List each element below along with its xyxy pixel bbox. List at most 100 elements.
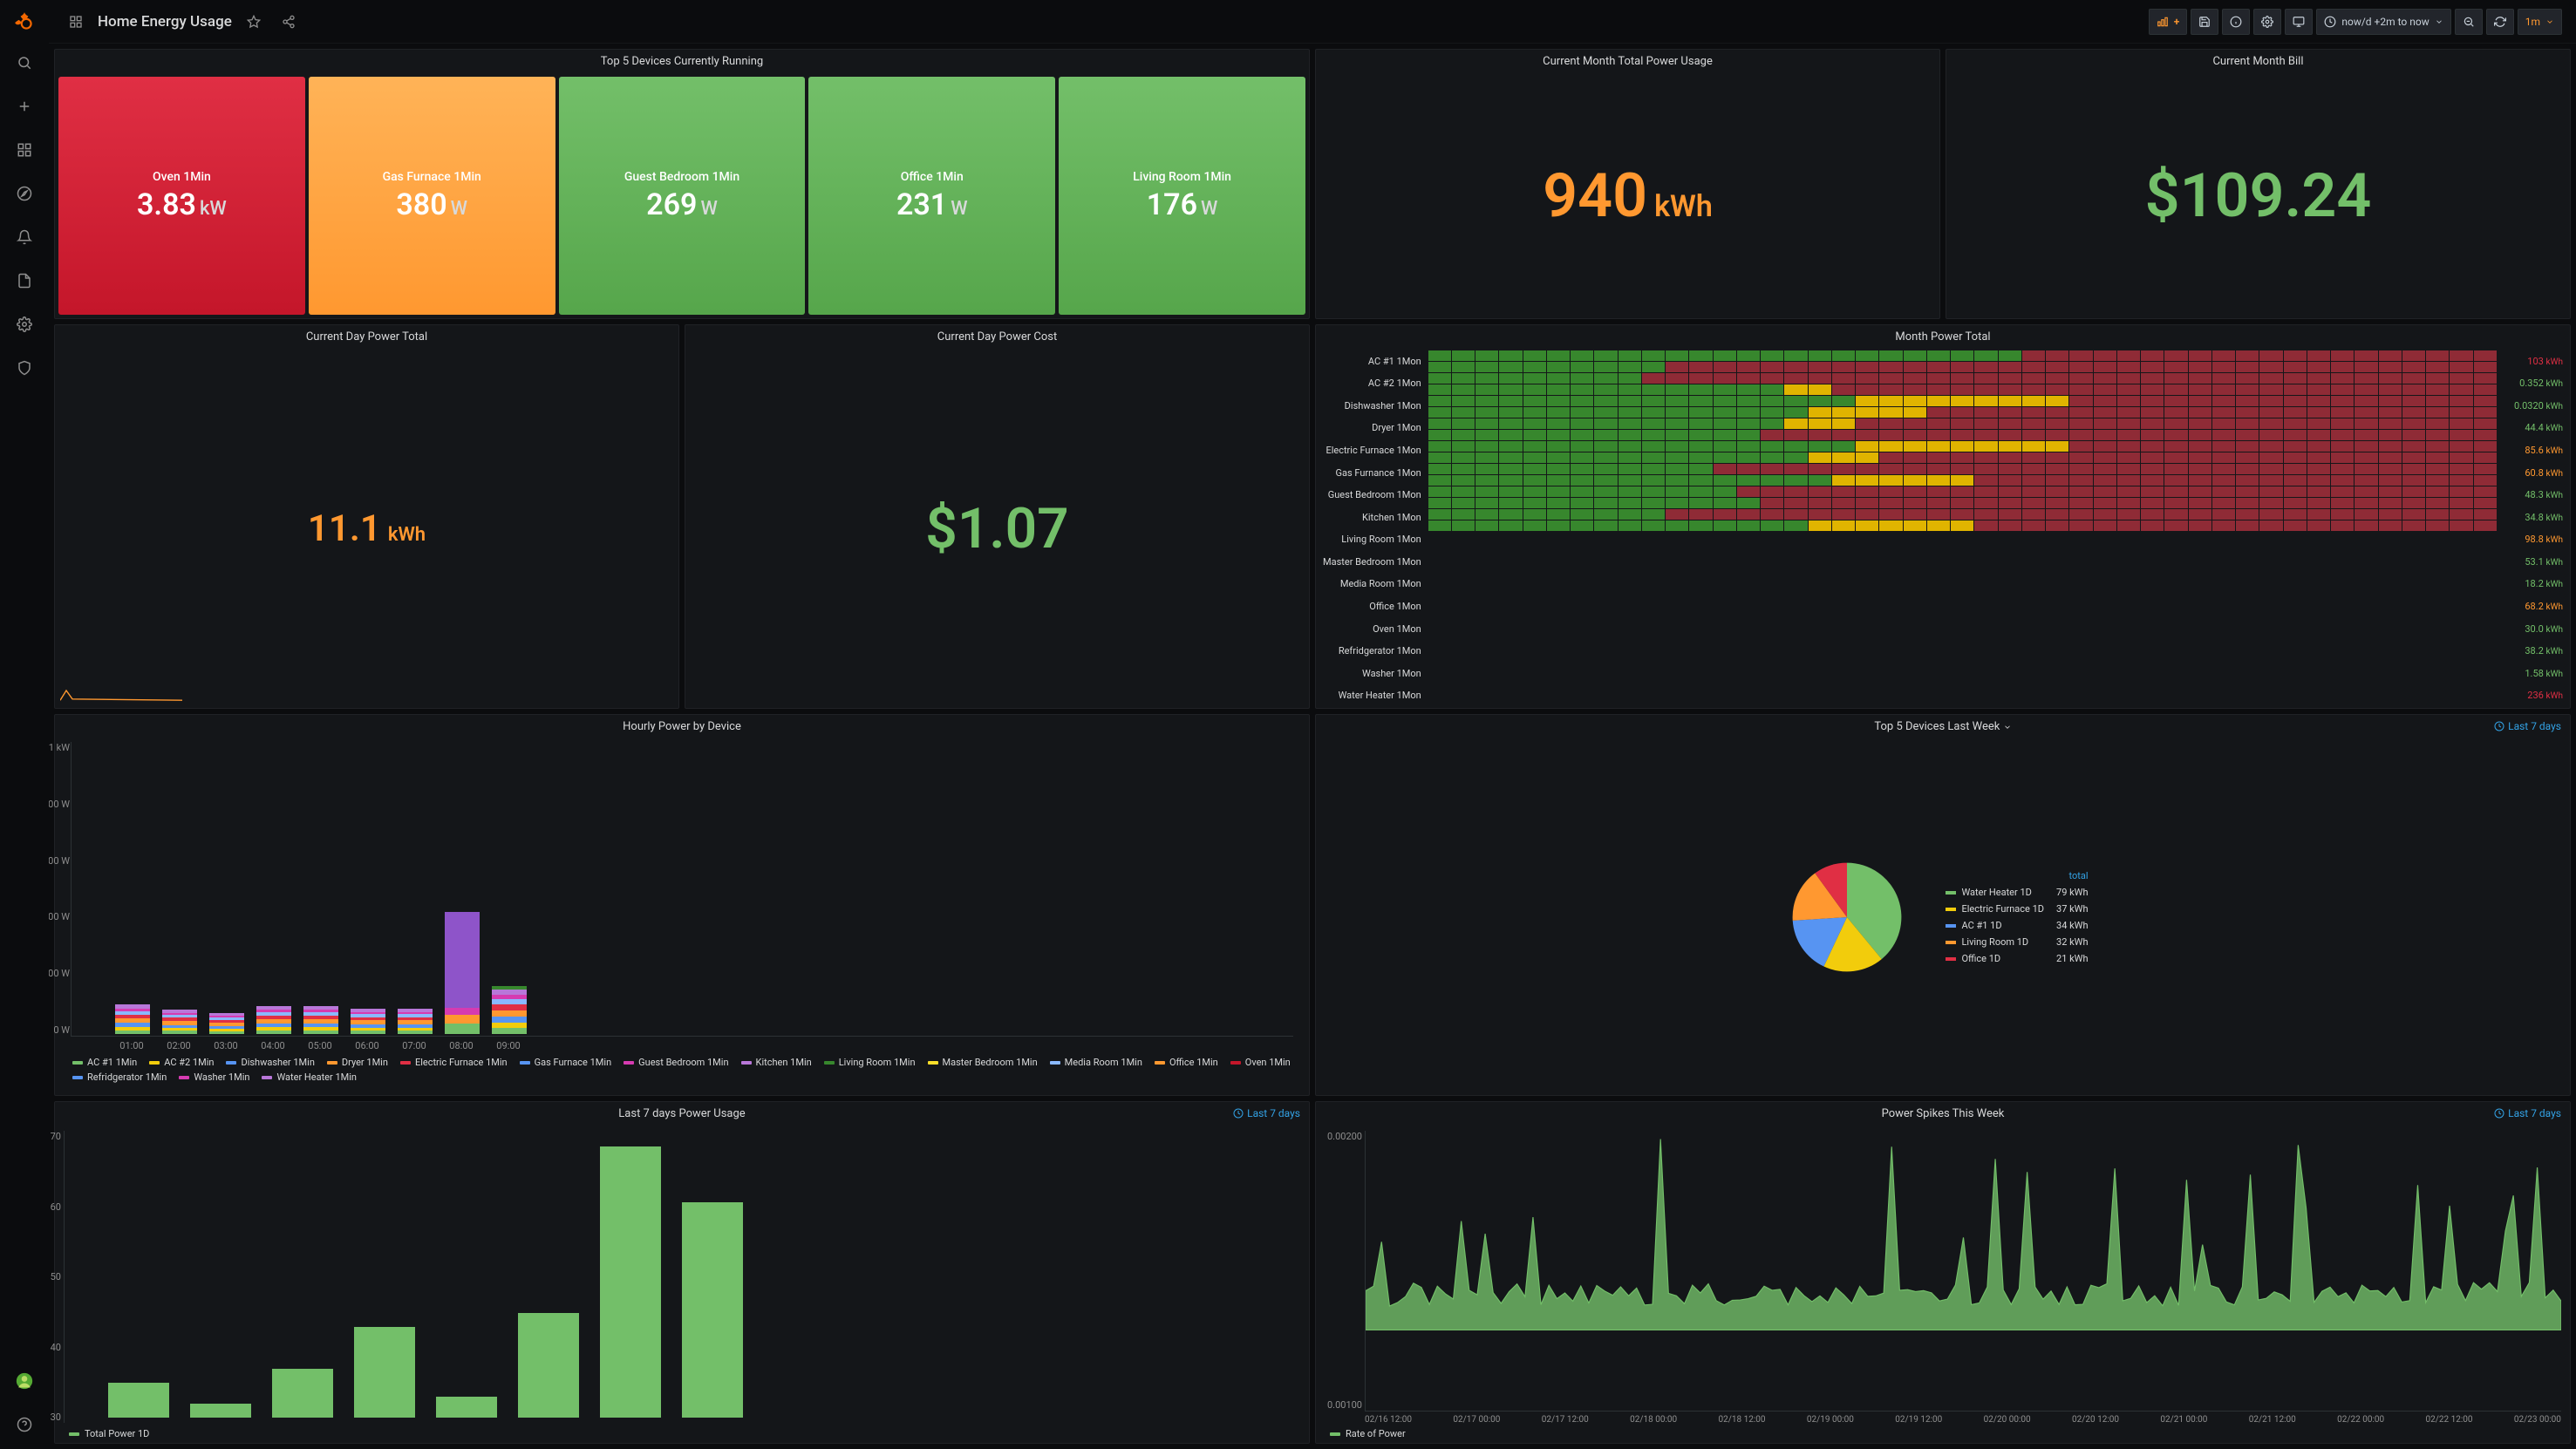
document-icon[interactable] bbox=[9, 265, 40, 296]
panel-title[interactable]: Last 7 days Power Usage bbox=[618, 1107, 745, 1120]
heat-row-value: 34.8 kWh bbox=[2504, 512, 2563, 523]
panel-day-total: Current Day Power Total 11.1kWh bbox=[54, 324, 679, 709]
month-usage-value: 940 bbox=[1543, 160, 1647, 232]
month-bill-value: $109.24 bbox=[2145, 160, 2372, 232]
day-total-unit: kWh bbox=[388, 524, 426, 546]
legend-item[interactable]: Master Bedroom 1Min bbox=[928, 1057, 1038, 1068]
panel-month-heat: Month Power Total AC #1 1MonAC #2 1MonDi… bbox=[1315, 324, 2571, 709]
bar bbox=[518, 1313, 579, 1418]
avatar-icon[interactable] bbox=[9, 1365, 40, 1397]
legend-item[interactable]: Oven 1Min bbox=[1230, 1057, 1291, 1068]
pie-legend-row[interactable]: AC #1 1D34 kWh bbox=[1940, 918, 2093, 933]
shield-icon[interactable] bbox=[9, 352, 40, 384]
legend-item[interactable]: Office 1Min bbox=[1155, 1057, 1218, 1068]
heat-row bbox=[1428, 475, 2497, 486]
heat-row-value: 236 kWh bbox=[2504, 690, 2563, 701]
heat-row-label: Master Bedroom 1Mon bbox=[1323, 556, 1421, 568]
pie-legend-table: total Water Heater 1D79 kWhElectric Furn… bbox=[1939, 867, 2095, 968]
panel-power-spikes: Power Spikes This Week Last 7 days 0.002… bbox=[1315, 1101, 2571, 1444]
legend-item[interactable]: Electric Furnace 1Min bbox=[400, 1057, 508, 1068]
topbar: Home Energy Usage + now/d +2m to now 1m bbox=[49, 0, 2576, 44]
last7-legend: Total Power 1D bbox=[85, 1428, 149, 1439]
share-icon[interactable] bbox=[276, 9, 302, 35]
heat-row-value: 85.6 kWh bbox=[2504, 445, 2563, 456]
heat-row-value: 53.1 kWh bbox=[2504, 556, 2563, 568]
legend-item[interactable]: Refridgerator 1Min bbox=[72, 1071, 167, 1083]
panel-title[interactable]: Top 5 Devices Currently Running bbox=[55, 50, 1309, 73]
pie-legend-row[interactable]: Water Heater 1D79 kWh bbox=[1940, 885, 2093, 900]
heat-row bbox=[1428, 430, 2497, 440]
legend-item[interactable]: Gas Furnace 1Min bbox=[520, 1057, 612, 1068]
dashboard-title[interactable]: Home Energy Usage bbox=[98, 13, 232, 31]
month-usage-unit: kWh bbox=[1654, 189, 1713, 224]
heat-row-value: 68.2 kWh bbox=[2504, 601, 2563, 612]
help-icon[interactable] bbox=[9, 1409, 40, 1440]
heat-row-label: Dryer 1Mon bbox=[1323, 422, 1421, 433]
panel-month-bill: Current Month Bill $109.24 bbox=[1946, 49, 2571, 319]
heat-row-label: Office 1Mon bbox=[1323, 601, 1421, 612]
heat-row bbox=[1428, 350, 2497, 361]
panel-title[interactable]: Power Spikes This Week bbox=[1882, 1107, 2005, 1120]
refresh-button[interactable] bbox=[2486, 9, 2514, 35]
legend-item[interactable]: Dryer 1Min bbox=[327, 1057, 388, 1068]
heat-row-label: Refridgerator 1Mon bbox=[1323, 645, 1421, 656]
panel-title[interactable]: Current Day Power Total bbox=[55, 325, 678, 349]
heat-row bbox=[1428, 509, 2497, 520]
panel-top5-devices: Top 5 Devices Currently Running Oven 1Mi… bbox=[54, 49, 1310, 319]
panel-title[interactable]: Month Power Total bbox=[1316, 325, 2570, 349]
panel-title[interactable]: Current Month Total Power Usage bbox=[1316, 50, 1939, 73]
panel-time-link[interactable]: Last 7 days bbox=[2494, 720, 2561, 732]
panel-title[interactable]: Current Day Power Cost bbox=[685, 325, 1309, 349]
save-button[interactable] bbox=[2191, 9, 2218, 35]
heat-row-label: Living Room 1Mon bbox=[1323, 534, 1421, 545]
pie-legend-row[interactable]: Electric Furnace 1D37 kWh bbox=[1940, 901, 2093, 916]
explore-icon[interactable] bbox=[9, 178, 40, 209]
bar bbox=[108, 1383, 169, 1418]
dashboard-grid-icon[interactable] bbox=[63, 9, 89, 35]
stat-tile: Living Room 1Min176W bbox=[1059, 77, 1305, 315]
panel-time-link[interactable]: Last 7 days bbox=[1233, 1107, 1300, 1119]
alerting-icon[interactable] bbox=[9, 221, 40, 253]
legend-item[interactable]: Dishwasher 1Min bbox=[226, 1057, 314, 1068]
panel-title[interactable]: Current Month Bill bbox=[1946, 50, 2570, 73]
heat-row bbox=[1428, 418, 2497, 429]
heat-row bbox=[1428, 396, 2497, 406]
panel-title[interactable]: Hourly Power by Device bbox=[55, 715, 1309, 738]
legend-item[interactable]: Living Room 1Min bbox=[824, 1057, 916, 1068]
legend-item[interactable]: AC #1 1Min bbox=[72, 1057, 137, 1068]
panel-title[interactable]: Top 5 Devices Last Week bbox=[1874, 720, 2011, 733]
legend-item[interactable]: Media Room 1Min bbox=[1050, 1057, 1142, 1068]
heat-row-label: Water Heater 1Mon bbox=[1323, 690, 1421, 701]
panel-top5-week-pie: Top 5 Devices Last Week Last 7 days tota… bbox=[1315, 714, 2571, 1096]
zoom-out-button[interactable] bbox=[2455, 9, 2483, 35]
dashboards-icon[interactable] bbox=[9, 134, 40, 166]
refresh-interval-picker[interactable]: 1m bbox=[2518, 9, 2562, 35]
legend-item[interactable]: Washer 1Min bbox=[179, 1071, 249, 1083]
legend-item[interactable]: Kitchen 1Min bbox=[741, 1057, 812, 1068]
heat-row-label: AC #1 1Mon bbox=[1323, 356, 1421, 367]
info-button[interactable] bbox=[2222, 9, 2250, 35]
monitor-button[interactable] bbox=[2285, 9, 2313, 35]
time-range-picker[interactable]: now/d +2m to now bbox=[2316, 9, 2450, 35]
heat-row-label: Dishwasher 1Mon bbox=[1323, 400, 1421, 412]
stat-tile: Office 1Min231W bbox=[808, 77, 1055, 315]
legend-item[interactable]: Water Heater 1Min bbox=[262, 1071, 357, 1083]
pie-chart bbox=[1790, 861, 1904, 974]
pie-legend-row[interactable]: Office 1D21 kWh bbox=[1940, 951, 2093, 966]
add-panel-button[interactable]: + bbox=[2149, 9, 2188, 35]
settings-button[interactable] bbox=[2253, 9, 2281, 35]
heat-row-value: 1.58 kWh bbox=[2504, 668, 2563, 679]
star-icon[interactable] bbox=[241, 9, 267, 35]
pie-legend-row[interactable]: Living Room 1D32 kWh bbox=[1940, 935, 2093, 949]
plus-icon[interactable] bbox=[9, 91, 40, 122]
grafana-logo[interactable] bbox=[11, 9, 37, 35]
panel-month-usage: Current Month Total Power Usage 940kWh bbox=[1315, 49, 1940, 319]
legend-item[interactable]: Guest Bedroom 1Min bbox=[624, 1057, 728, 1068]
heat-row bbox=[1428, 498, 2497, 508]
legend-item[interactable]: AC #2 1Min bbox=[149, 1057, 214, 1068]
gear-icon[interactable] bbox=[9, 309, 40, 340]
heat-row-label: Electric Furnace 1Mon bbox=[1323, 445, 1421, 456]
heat-row-label: Kitchen 1Mon bbox=[1323, 512, 1421, 523]
panel-time-link[interactable]: Last 7 days bbox=[2494, 1107, 2561, 1119]
search-icon[interactable] bbox=[9, 47, 40, 78]
